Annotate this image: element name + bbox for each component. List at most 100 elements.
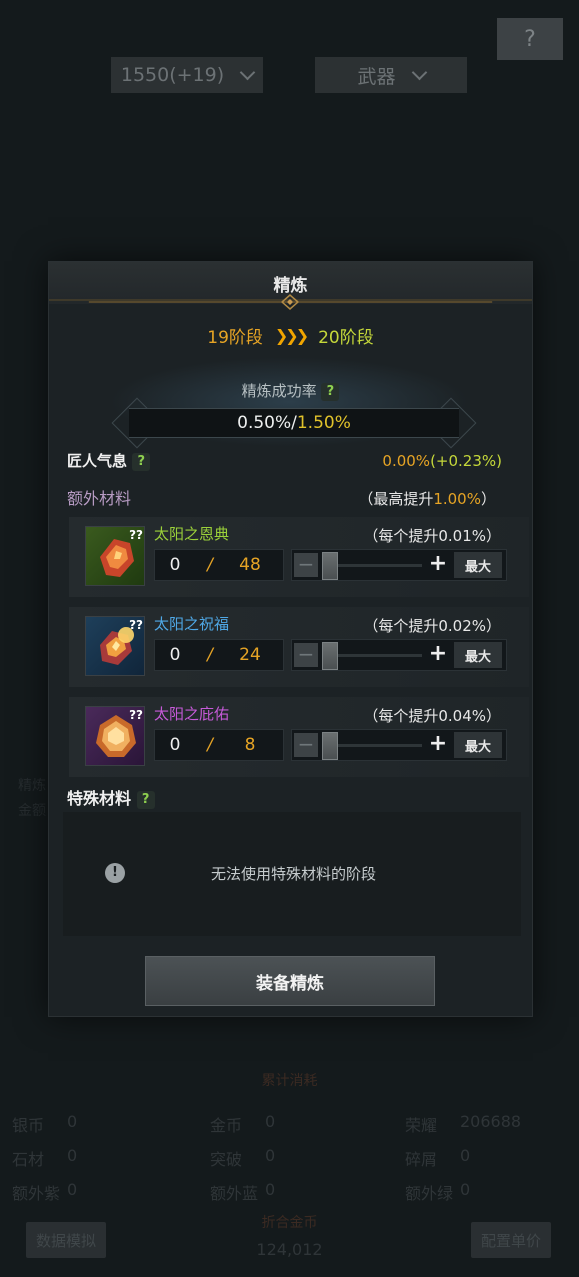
extra-max-value: 1.00% [433, 490, 481, 508]
material-name: 太阳之恩典 [154, 525, 230, 543]
help-button[interactable]: ? [497, 18, 563, 60]
stat-label: 额外绿 [405, 1184, 454, 1203]
stat-value: 0 [265, 1112, 276, 1131]
type-dropdown[interactable]: 武器 [315, 57, 467, 93]
plus-button[interactable]: + [426, 553, 450, 577]
refine-button[interactable]: 装备精炼 [145, 956, 435, 1006]
icon-badge: ?? [129, 528, 143, 542]
max-button[interactable]: 最大 [454, 552, 502, 578]
stat-cell: 突破 0 [210, 1146, 360, 1170]
stat-value: 0 [265, 1146, 276, 1165]
plus-button[interactable]: + [426, 733, 450, 757]
material-count: 0 / 24 [154, 639, 284, 671]
material-slider[interactable]: − + 最大 [291, 639, 507, 671]
icon-badge: ?? [129, 618, 143, 632]
special-text: 特殊材料 [67, 789, 132, 808]
sun-protection-icon[interactable]: ?? [85, 706, 145, 766]
stat-label: 荣耀 [405, 1116, 438, 1135]
stage-from: 19阶段 [207, 327, 263, 348]
bg-label-amount: 金额 [18, 803, 46, 819]
material-count: 0 / 48 [154, 549, 284, 581]
stat-value: 0 [67, 1112, 78, 1131]
special-materials-box: ! 无法使用特殊材料的阶段 [63, 812, 521, 936]
slider-thumb[interactable] [322, 732, 338, 760]
stat-cell: 碎屑 0 [405, 1146, 575, 1170]
material-name: 太阳之祝福 [154, 615, 230, 633]
stat-cell: 额外绿 0 [405, 1180, 575, 1204]
stat-value: 0 [265, 1180, 276, 1199]
material-need: 24 [239, 645, 261, 665]
success-rate-max: 1.50% [296, 413, 351, 433]
sun-blessing-icon[interactable]: ?? [85, 616, 145, 676]
material-row: ?? 太阳之庇佑 （每个提升0.04%） 0 / 8 − + 最大 [69, 697, 529, 777]
bg-label-refine: 精炼 [18, 778, 46, 794]
simulate-button[interactable]: 数据模拟 [26, 1222, 106, 1258]
stat-cell: 荣耀 206688 [405, 1112, 575, 1136]
special-materials-label: 特殊材料 ? [67, 785, 155, 809]
stat-label: 碎屑 [405, 1150, 438, 1169]
material-bonus: （每个提升0.04%） [363, 707, 501, 725]
stat-cell: 额外蓝 0 [210, 1180, 360, 1204]
help-icon[interactable]: ? [132, 452, 151, 471]
stat-cell: 银币 0 [12, 1112, 162, 1136]
artisan-value: 0.00%(+0.23%) [382, 452, 502, 470]
extra-max-bonus: （最高提升1.00%） [358, 488, 496, 509]
stage-progress: 19阶段 ❯❯❯ 20阶段 [49, 322, 532, 348]
material-row: ?? 太阳之恩典 （每个提升0.01%） 0 / 48 − + 最大 [69, 517, 529, 597]
stat-value: 0 [67, 1146, 78, 1165]
level-dropdown-label: 1550(+19) [120, 64, 225, 86]
config-price-button[interactable]: 配置单价 [471, 1222, 551, 1258]
material-slider[interactable]: − + 最大 [291, 549, 507, 581]
stat-label: 金币 [210, 1116, 243, 1135]
stat-value: 0 [460, 1146, 471, 1165]
minus-button[interactable]: − [294, 733, 318, 757]
chevron-down-icon [411, 64, 427, 80]
material-sep: / [207, 555, 213, 575]
artisan-current: 0.00% [382, 452, 431, 470]
warning-icon: ! [105, 863, 125, 883]
max-button[interactable]: 最大 [454, 642, 502, 668]
stat-label: 石材 [12, 1150, 45, 1169]
slider-thumb[interactable] [322, 552, 338, 580]
material-have: 0 [169, 735, 181, 755]
stat-label: 突破 [210, 1150, 243, 1169]
title-ornament-icon [49, 294, 532, 310]
minus-button[interactable]: − [294, 553, 318, 577]
help-icon[interactable]: ? [321, 382, 340, 401]
extra-max-suffix: ） [480, 490, 496, 508]
stats-header: 累计消耗 [261, 1073, 318, 1089]
stat-cell: 额外紫 0 [12, 1180, 162, 1204]
arrows-icon: ❯❯❯ [274, 325, 309, 345]
minus-button[interactable]: − [294, 643, 318, 667]
stat-label: 银币 [12, 1116, 45, 1135]
material-slider[interactable]: − + 最大 [291, 729, 507, 761]
material-name: 太阳之庇佑 [154, 705, 230, 723]
stage-to: 20阶段 [318, 327, 374, 348]
stat-value: 0 [460, 1180, 471, 1199]
material-bonus: （每个提升0.02%） [363, 617, 501, 635]
material-have: 0 [169, 555, 181, 575]
material-sep: / [207, 735, 213, 755]
plus-button[interactable]: + [426, 643, 450, 667]
stat-value: 0 [67, 1180, 78, 1199]
material-need: 48 [239, 555, 261, 575]
material-have: 0 [169, 645, 181, 665]
material-sep: / [207, 645, 213, 665]
refine-modal: 精炼 19阶段 ❯❯❯ 20阶段 精炼成功率 ? 0.50%/ 1.50% 匠人… [48, 261, 533, 1017]
special-message: 无法使用特殊材料的阶段 [211, 865, 377, 883]
stat-label: 额外蓝 [210, 1184, 259, 1203]
slider-thumb[interactable] [322, 642, 338, 670]
help-icon[interactable]: ? [136, 790, 155, 809]
success-rate-text: 精炼成功率 [241, 382, 317, 400]
extra-max-prefix: （最高提升 [358, 490, 434, 508]
level-dropdown[interactable]: 1550(+19) [111, 57, 263, 93]
stat-cell: 石材 0 [12, 1146, 162, 1170]
material-bonus: （每个提升0.01%） [363, 527, 501, 545]
max-button[interactable]: 最大 [454, 732, 502, 758]
success-rate-label: 精炼成功率 ? [49, 380, 532, 401]
artisan-label: 匠人气息 ? [67, 450, 151, 471]
artisan-text: 匠人气息 [67, 452, 128, 470]
sun-grace-icon[interactable]: ?? [85, 526, 145, 586]
chevron-down-icon [239, 64, 256, 80]
stat-value: 206688 [460, 1112, 522, 1131]
